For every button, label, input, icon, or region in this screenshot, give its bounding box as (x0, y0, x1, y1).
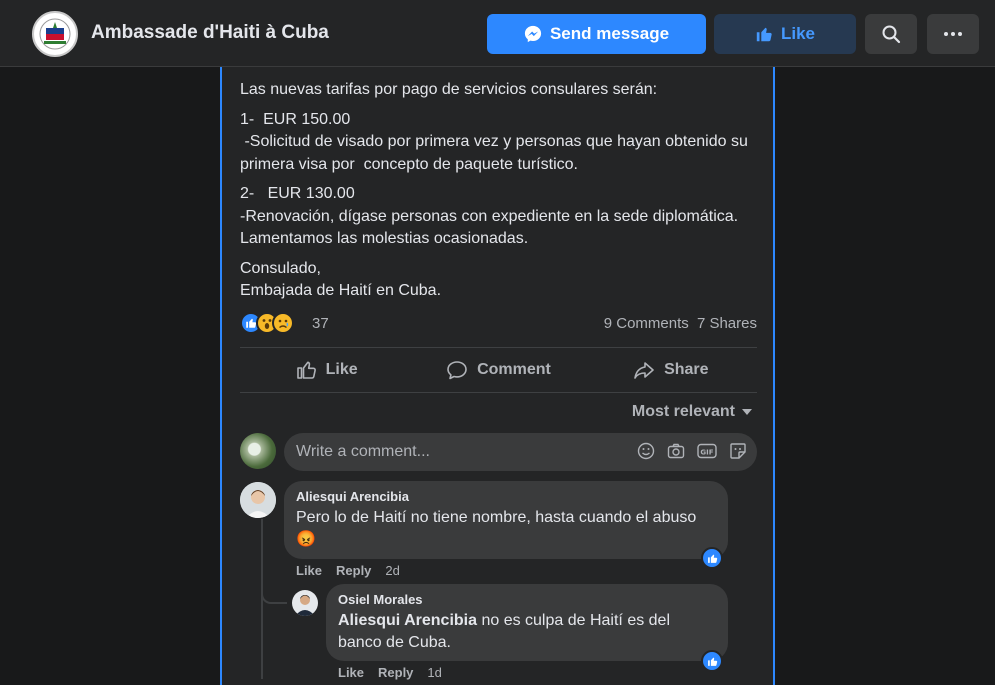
write-comment-input[interactable]: Write a comment... GIF (284, 433, 757, 471)
post-paragraph: Las nuevas tarifas por pago de servicios… (240, 81, 658, 98)
like-post-label: Like (325, 361, 358, 378)
reply-bubble: Osiel Morales Aliesqui Arencibia no es c… (326, 584, 728, 661)
comment-post-button[interactable]: Comment (412, 348, 584, 392)
send-message-button[interactable]: Send message (487, 14, 706, 54)
comment-author-avatar[interactable] (240, 482, 276, 518)
search-icon (882, 25, 901, 44)
thumbs-up-icon (707, 554, 717, 563)
comment-author[interactable]: Aliesqui Arencibia (296, 489, 716, 504)
sort-label: Most relevant (631, 403, 735, 420)
post-stats: 9 Comments 7 Shares (600, 315, 757, 332)
post-body: Las nuevas tarifas por pago de servicios… (240, 79, 760, 310)
comment-time[interactable]: 2d (385, 563, 399, 578)
reaction-icons[interactable] (240, 312, 294, 336)
share-icon (634, 362, 654, 379)
svg-text:GIF: GIF (700, 449, 713, 457)
reply-author[interactable]: Osiel Morales (338, 592, 716, 607)
comment-reply-link[interactable]: Reply (336, 563, 371, 578)
comment-like-link[interactable]: Like (296, 563, 322, 578)
reply-text: Aliesqui Arencibia no es culpa de Haití … (338, 610, 716, 654)
thread-branch (261, 587, 287, 604)
more-icon (944, 32, 962, 36)
like-post-button[interactable]: Like (240, 348, 412, 392)
comment-sort-dropdown[interactable]: Most relevant (632, 403, 753, 421)
reply-time[interactable]: 1d (427, 665, 441, 680)
like-page-label: Like (780, 24, 816, 43)
divider (240, 392, 757, 393)
post-paragraph: 1- EUR 150.00 -Solicitud de visado por p… (240, 110, 748, 173)
messenger-icon (524, 25, 542, 43)
comment-meta: Like Reply 2d (296, 563, 414, 578)
comment-bubble: Aliesqui Arencibia Pero lo de Haití no t… (284, 481, 728, 559)
share-post-label: Share (664, 361, 709, 378)
search-button[interactable] (865, 14, 917, 54)
reply-author-avatar[interactable] (292, 590, 318, 616)
shares-count[interactable]: 7 Shares (697, 315, 757, 332)
thumbs-up-icon (756, 27, 772, 42)
sad-reaction-icon (272, 312, 294, 334)
reply-meta: Like Reply 1d (338, 665, 456, 680)
comment-like-badge[interactable] (701, 547, 723, 569)
current-user-avatar[interactable] (240, 433, 276, 469)
post-paragraph: 2- EUR 130.00 -Renovación, dígase person… (240, 185, 739, 247)
thumbs-up-icon (296, 361, 316, 379)
sticker-icon[interactable] (729, 442, 747, 460)
page-title[interactable]: Ambassade d'Haiti à Cuba (91, 22, 329, 44)
thumbs-up-icon (707, 657, 717, 666)
send-message-label: Send message (549, 24, 670, 43)
camera-icon[interactable] (667, 442, 685, 460)
comment-text: Pero lo de Haití no tiene nombre, hasta … (296, 507, 716, 551)
emoji-icon[interactable] (637, 442, 655, 460)
share-post-button[interactable]: Share (585, 348, 757, 392)
comments-count[interactable]: 9 Comments (604, 315, 689, 332)
gif-icon[interactable]: GIF (697, 442, 717, 460)
page-header: Ambassade d'Haiti à Cuba Send message Li… (0, 0, 995, 67)
reactions-summary: 37 9 Comments 7 Shares (240, 312, 757, 336)
mention-link[interactable]: Aliesqui Arencibia (338, 612, 477, 629)
reaction-count[interactable]: 37 (312, 315, 329, 332)
comment-tools: GIF (625, 442, 747, 460)
write-comment-placeholder: Write a comment... (296, 443, 430, 460)
more-options-button[interactable] (927, 14, 979, 54)
comment-text-body: Pero lo de Haití no tiene nombre, hasta … (296, 509, 697, 526)
post-card: Las nuevas tarifas por pago de servicios… (220, 67, 775, 685)
comment-icon (447, 361, 467, 380)
caret-down-icon (742, 409, 752, 415)
comment-post-label: Comment (477, 361, 551, 378)
page-logo[interactable] (32, 11, 78, 57)
angry-emoji: 😡 (296, 531, 316, 548)
reply-like-link[interactable]: Like (338, 665, 364, 680)
reply-reply-link[interactable]: Reply (378, 665, 413, 680)
reply-like-badge[interactable] (701, 650, 723, 672)
post-actions: Like Comment Share (240, 348, 757, 392)
post-paragraph: Consulado, Embajada de Haití en Cuba. (240, 259, 442, 300)
like-page-button[interactable]: Like (714, 14, 856, 54)
